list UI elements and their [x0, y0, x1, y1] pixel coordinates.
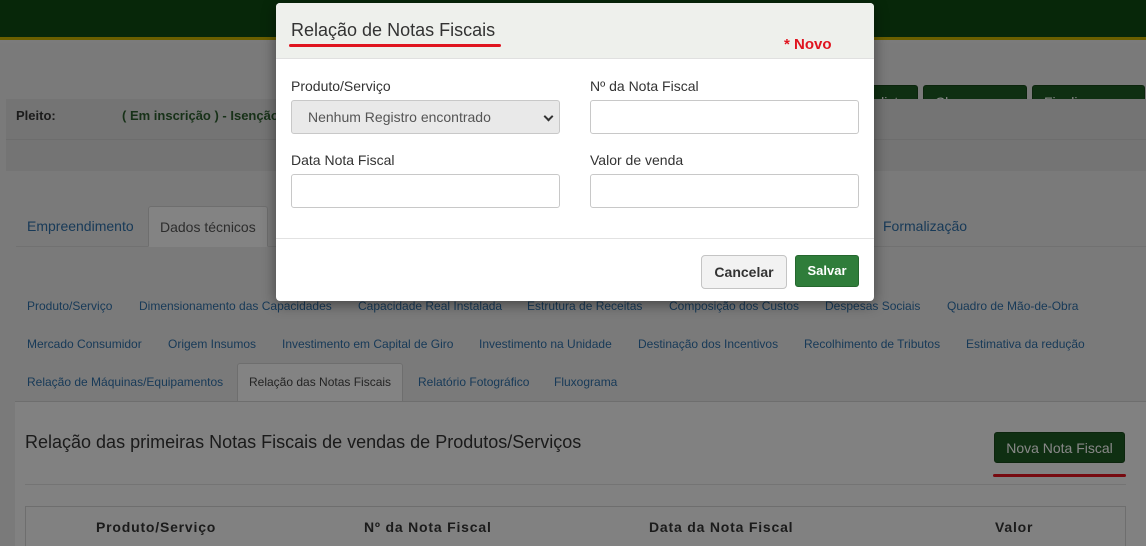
modal-title: Relação de Notas Fiscais [291, 20, 496, 40]
valor-venda-label: Valor de venda [590, 152, 684, 168]
novo-tag: * Novo [784, 36, 832, 53]
modal-header: Relação de Notas Fiscais * Novo [276, 3, 874, 59]
modal-footer-divider [276, 238, 874, 239]
chevron-down-icon [543, 111, 554, 122]
data-nota-input[interactable] [291, 174, 560, 208]
save-button[interactable]: Salvar [795, 255, 859, 287]
valor-venda-input[interactable] [590, 174, 859, 208]
produto-servico-select[interactable]: Nenhum Registro encontrado [291, 100, 560, 134]
cancel-button[interactable]: Cancelar [701, 255, 787, 289]
nota-fiscal-label: Nº da Nota Fiscal [590, 78, 699, 94]
annotation-underline [289, 44, 501, 47]
produto-servico-value: Nenhum Registro encontrado [308, 109, 491, 125]
produto-servico-label: Produto/Serviço [291, 78, 391, 94]
data-nota-label: Data Nota Fiscal [291, 152, 395, 168]
nota-fiscal-modal: Relação de Notas Fiscais * Novo Produto/… [276, 3, 874, 301]
nota-fiscal-input[interactable] [590, 100, 859, 134]
